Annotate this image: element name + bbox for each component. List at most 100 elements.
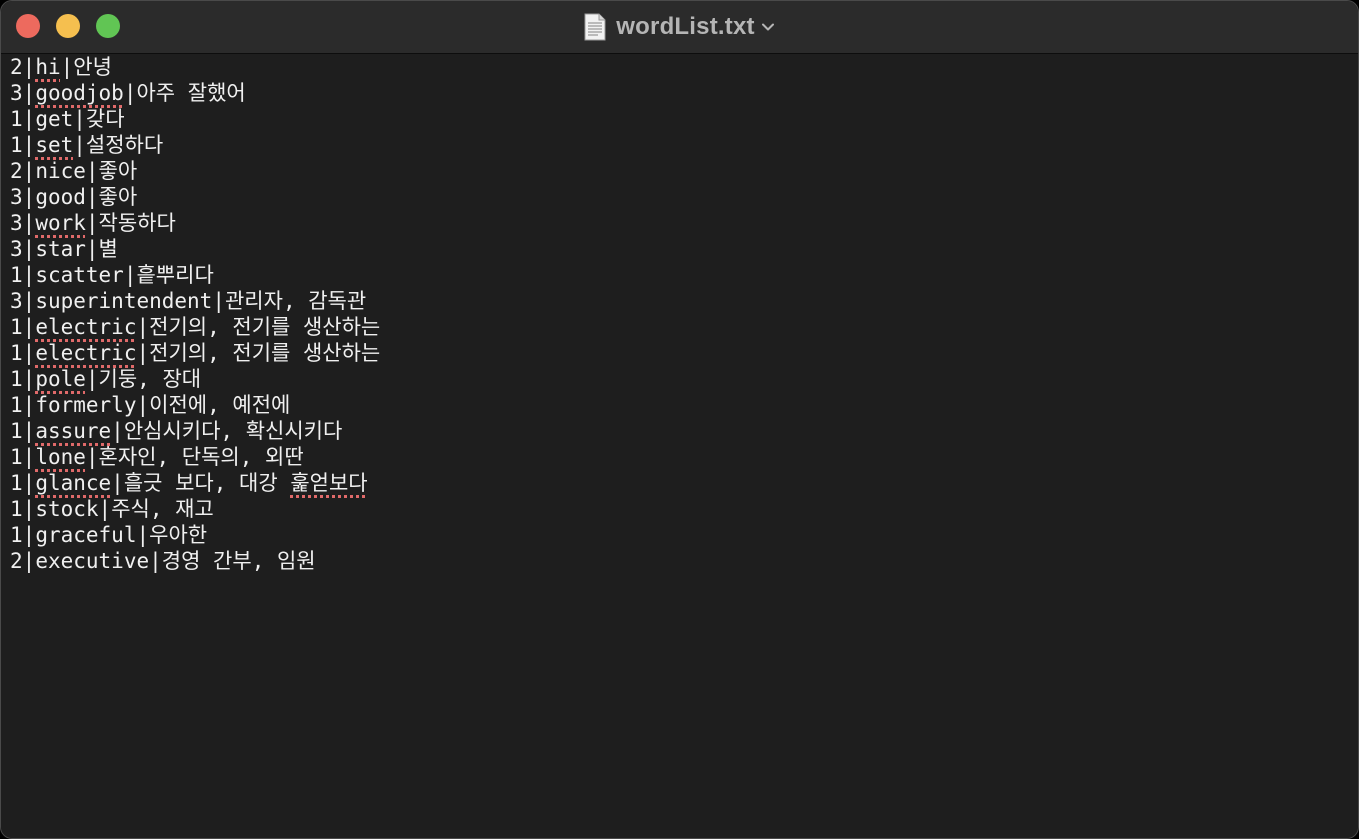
separator: | — [22, 393, 36, 417]
text-line[interactable]: 1|electric|전기의, 전기를 생산하는 — [10, 340, 1358, 366]
korean-meaning: 관리자, 감독관 — [224, 289, 367, 313]
english-word: good — [35, 185, 86, 209]
title-bar[interactable]: wordList.txt — [1, 1, 1358, 54]
line-count: 1 — [10, 367, 23, 391]
separator: | — [73, 133, 86, 157]
chevron-down-icon[interactable] — [761, 20, 775, 34]
line-count: 1 — [10, 393, 23, 417]
separator: | — [136, 523, 150, 547]
english-word: scatter — [35, 263, 124, 287]
separator: | — [22, 367, 36, 391]
separator: | — [22, 107, 36, 131]
separator: | — [22, 445, 36, 469]
english-word: set — [35, 133, 74, 157]
korean-meaning: 좋아 — [98, 185, 138, 209]
text-line[interactable]: 3|superintendent|관리자, 감독관 — [10, 288, 1358, 314]
line-count: 1 — [10, 263, 23, 287]
korean-meaning: 설정하다 — [85, 133, 164, 157]
separator: | — [22, 55, 36, 79]
separator: | — [123, 81, 137, 105]
korean-meaning: 우아한 — [149, 523, 208, 547]
english-word: lone — [35, 445, 86, 469]
text-line[interactable]: 2|nice|좋아 — [10, 158, 1358, 184]
text-line[interactable]: 1|stock|주식, 재고 — [10, 496, 1358, 522]
line-count: 2 — [10, 159, 23, 183]
separator: | — [22, 263, 36, 287]
line-count: 1 — [10, 133, 23, 157]
separator: | — [85, 367, 99, 391]
window-title: wordList.txt — [616, 13, 755, 40]
separator: | — [22, 211, 36, 235]
line-count: 3 — [10, 289, 23, 313]
separator: | — [22, 315, 36, 339]
text-editor-area[interactable]: 2|hi|안녕 3|goodjob|아주 잘했어 1|get|갖다 1|set|설정하… — [1, 54, 1358, 838]
document-icon — [584, 13, 606, 41]
separator: | — [85, 237, 99, 261]
line-count: 3 — [10, 211, 23, 235]
korean-meaning: 전기의, 전기를 생산하는 — [149, 315, 381, 339]
line-count: 1 — [10, 497, 23, 521]
separator: | — [111, 471, 124, 495]
english-word: graceful — [35, 523, 137, 547]
english-word: work — [35, 211, 86, 235]
korean-meaning: 안심시키다, 확신시키다 — [123, 419, 343, 443]
separator: | — [123, 263, 137, 287]
text-line[interactable]: 1|lone|혼자인, 단독의, 외딴 — [10, 444, 1358, 470]
english-word: star — [35, 237, 86, 261]
korean-meaning: 별 — [98, 237, 118, 261]
text-line[interactable]: 1|scatter|흩뿌리다 — [10, 262, 1358, 288]
line-count: 3 — [10, 185, 23, 209]
minimize-window-button[interactable] — [56, 14, 80, 38]
text-line[interactable]: 1|electric|전기의, 전기를 생산하는 — [10, 314, 1358, 340]
korean-meaning: 좋아 — [98, 159, 138, 183]
line-count: 1 — [10, 341, 23, 365]
text-line[interactable]: 1|assure|안심시키다, 확신시키다 — [10, 418, 1358, 444]
separator: | — [22, 523, 36, 547]
close-window-button[interactable] — [16, 14, 40, 38]
separator: | — [111, 419, 124, 443]
separator: | — [60, 55, 74, 79]
separator: | — [22, 237, 36, 261]
text-line[interactable]: 2|executive|경영 간부, 임원 — [10, 548, 1358, 574]
separator: | — [22, 185, 36, 209]
window-title-menu[interactable]: wordList.txt — [584, 13, 774, 41]
line-count: 1 — [10, 419, 23, 443]
text-line[interactable]: 3|goodjob|아주 잘했어 — [10, 80, 1358, 106]
separator: | — [212, 289, 225, 313]
line-count: 2 — [10, 55, 23, 79]
text-line[interactable]: 2|hi|안녕 — [10, 54, 1358, 80]
english-word: electric — [35, 315, 137, 339]
line-count: 1 — [10, 445, 23, 469]
text-line[interactable]: 3|star|별 — [10, 236, 1358, 262]
korean-meaning: 아주 잘했어 — [136, 81, 246, 105]
korean-meaning: 작동하다 — [98, 211, 176, 235]
separator: | — [22, 133, 36, 157]
english-word: assure — [35, 419, 112, 443]
text-line[interactable]: 1|pole|기둥, 장대 — [10, 366, 1358, 392]
english-word: superintendent — [35, 289, 213, 313]
korean-meaning: 안녕 — [73, 55, 112, 79]
text-line[interactable]: 3|work|작동하다 — [10, 210, 1358, 236]
korean-meaning: 흩뿌리다 — [136, 263, 214, 287]
text-line[interactable]: 1|graceful|우아한 — [10, 522, 1358, 548]
text-line[interactable]: 1|set|설정하다 — [10, 132, 1358, 158]
separator: | — [85, 211, 99, 235]
separator: | — [22, 549, 36, 573]
korean-meaning: 전기의, 전기를 생산하는 — [149, 341, 381, 365]
text-line[interactable]: 1|glance|흘긋 보다, 대강 훑얻보다 — [10, 470, 1358, 496]
text-line[interactable]: 1|get|갖다 — [10, 106, 1358, 132]
separator: | — [136, 393, 150, 417]
english-word: stock — [35, 497, 99, 521]
text-line[interactable]: 3|good|좋아 — [10, 184, 1358, 210]
separator: | — [136, 315, 150, 339]
line-count: 1 — [10, 523, 23, 547]
line-count: 1 — [10, 107, 23, 131]
english-word: executive — [35, 549, 150, 573]
maximize-window-button[interactable] — [96, 14, 120, 38]
separator: | — [136, 341, 150, 365]
text-line[interactable]: 1|formerly|이전에, 예전에 — [10, 392, 1358, 418]
english-word: formerly — [35, 393, 137, 417]
separator: | — [149, 549, 162, 573]
english-word: goodjob — [35, 81, 124, 105]
korean-meaning: 혼자인, 단독의, 외딴 — [98, 445, 304, 469]
